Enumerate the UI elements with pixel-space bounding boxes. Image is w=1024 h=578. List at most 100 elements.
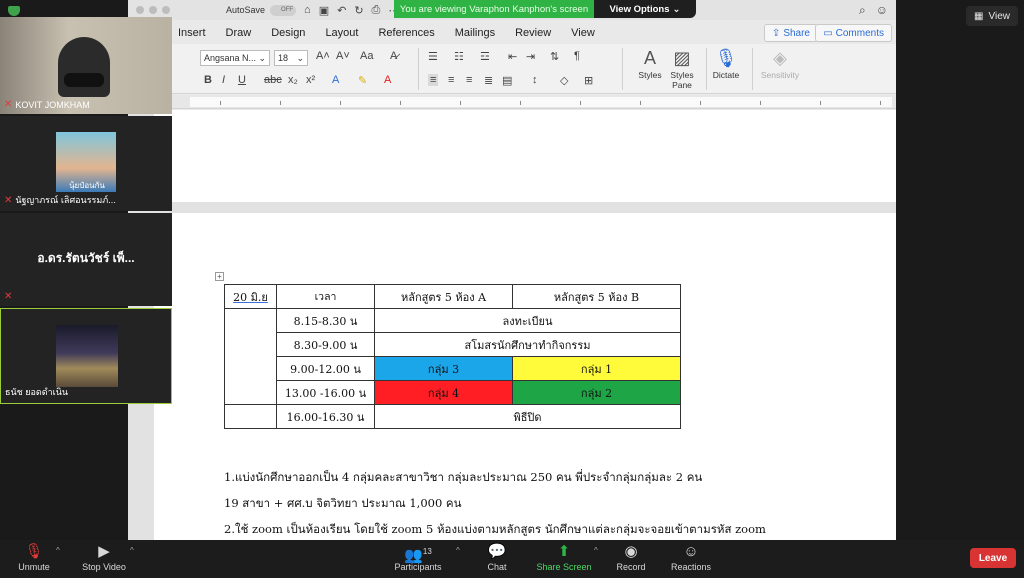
tab-references[interactable]: References [378, 27, 434, 39]
person-silhouette [58, 37, 110, 97]
numbering-icon[interactable]: ☷ [454, 50, 464, 63]
multilevel-list-icon[interactable]: ☲ [480, 50, 490, 63]
styles-pane-label: Styles Pane [670, 70, 694, 90]
quick-access-toolbar: ⌂ ▣ ↶ ↻ ⎙ ⋯ [304, 4, 399, 17]
audio-options-chevron-icon[interactable]: ^ [56, 546, 60, 555]
line-spacing-icon[interactable]: ↕ [532, 74, 538, 86]
borders-icon[interactable]: ⊞ [584, 74, 593, 87]
tab-review[interactable]: Review [515, 27, 551, 39]
ruler-tick [220, 101, 221, 105]
grow-font-icon[interactable]: A˄ [316, 50, 330, 62]
change-case-icon[interactable]: Aa [360, 50, 373, 62]
tab-layout[interactable]: Layout [325, 27, 358, 39]
header-room-b: หลักสูตร 5 ห้อง B [553, 290, 640, 304]
shading-icon[interactable]: ◇ [560, 74, 568, 87]
font-name-select[interactable]: Angsana N... ⌄ [200, 50, 270, 66]
strikethrough-icon[interactable]: abc [264, 74, 282, 86]
autosave-control[interactable]: AutoSave OFF [226, 4, 297, 16]
maximize-window-icon[interactable] [162, 6, 170, 14]
reactions-button[interactable]: ☺ Reactions [668, 542, 714, 572]
reactions-label: Reactions [670, 562, 712, 572]
ruler-track [190, 97, 892, 107]
minimize-window-icon[interactable] [149, 6, 157, 14]
tab-design[interactable]: Design [271, 27, 305, 39]
table-row: 13.00 -16.00 น กลุ่ม 4 กลุ่ม 2 [225, 380, 681, 405]
decrease-indent-icon[interactable]: ⇤ [508, 50, 517, 63]
sensitivity-button[interactable]: ◈ Sensitivity [758, 48, 802, 80]
styles-pane-button[interactable]: ▨ Styles Pane [664, 48, 700, 90]
video-options-chevron-icon[interactable]: ^ [130, 546, 134, 555]
document-page-2: + 20 มิ.ย เวลา หลักสูตร 5 ห้อง A หลักสูต… [154, 213, 896, 540]
justify-icon[interactable]: ≣ [484, 74, 493, 87]
underline-icon[interactable]: U [238, 74, 246, 86]
increase-indent-icon[interactable]: ⇥ [526, 50, 535, 63]
participant-tile[interactable]: นุ้ยป๋อนกัน ✕ นัฐญาภรณ์ เลิศอนรรมภ์... [0, 116, 172, 211]
bullets-icon[interactable]: ☰ [428, 50, 438, 63]
styles-label: Styles [638, 70, 662, 80]
table-move-handle-icon[interactable]: + [215, 272, 224, 281]
clear-format-icon[interactable]: A̷ [390, 50, 397, 62]
superscript-icon[interactable]: x² [306, 74, 315, 86]
shrink-font-icon[interactable]: A˅ [336, 50, 350, 62]
tab-draw[interactable]: Draw [226, 27, 252, 39]
tab-view[interactable]: View [571, 27, 595, 39]
bold-icon[interactable]: B [204, 74, 212, 86]
chat-button[interactable]: 💬 Chat [478, 542, 516, 572]
italic-icon[interactable]: I [222, 74, 225, 86]
paragraph: 1.แบ่งนักศึกษาออกเป็น 4 กลุ่มคละสาขาวิชา… [224, 470, 703, 484]
dictate-button[interactable]: 🎙 Dictate [708, 48, 744, 80]
document-canvas[interactable]: + 20 มิ.ย เวลา หลักสูตร 5 ห้อง A หลักสูต… [128, 110, 896, 540]
account-icon[interactable]: ☺ [876, 3, 888, 18]
font-color-icon[interactable]: A [384, 74, 391, 86]
print-icon[interactable]: ⎙ [372, 4, 381, 17]
profile-picture-caption: นุ้ยป๋อนกัน [69, 181, 105, 190]
participant-tile[interactable]: อ.ดร.รัตนวัชร์ เพ็... ✕ [0, 213, 172, 306]
highlight-icon[interactable]: ✎ [358, 74, 367, 87]
tab-insert[interactable]: Insert [178, 27, 206, 39]
share-label: Share [783, 27, 810, 39]
undo-icon[interactable]: ↶ [337, 4, 346, 17]
unmute-button[interactable]: 🎙 Unmute [14, 542, 54, 572]
share-options-chevron-icon[interactable]: ^ [594, 546, 598, 555]
shared-screen: AutoSave OFF ⌂ ▣ ↶ ↻ ⎙ ⋯ ⌕ ☺ You are vie… [128, 0, 896, 540]
pilcrow-icon[interactable]: ¶ [574, 50, 580, 62]
record-icon: ◉ [624, 543, 638, 560]
participants-options-chevron-icon[interactable]: ^ [456, 546, 460, 555]
autosave-toggle[interactable]: OFF [270, 4, 297, 16]
record-button[interactable]: ◉ Record [612, 542, 650, 572]
styles-icon: A [643, 48, 656, 68]
align-right-icon[interactable]: ≡ [466, 74, 472, 86]
stop-video-button[interactable]: ▶ Stop Video [78, 542, 130, 572]
tab-mailings[interactable]: Mailings [455, 27, 495, 39]
align-left-icon[interactable]: ≡ [428, 74, 439, 86]
styles-button[interactable]: A Styles [632, 48, 668, 80]
view-layout-button[interactable]: ▦ View [966, 6, 1018, 26]
table-cell-group: กลุ่ม 1 [512, 356, 681, 381]
home-icon[interactable]: ⌂ [304, 4, 311, 17]
font-size-select[interactable]: 18 ⌄ [274, 50, 308, 66]
table-row: 20 มิ.ย เวลา หลักสูตร 5 ห้อง A หลักสูตร … [224, 284, 681, 309]
participants-button[interactable]: 👥13 Participants [392, 542, 444, 572]
table-cell: 16.00-16.30 น [276, 404, 375, 429]
align-center-icon[interactable]: ≡ [448, 74, 454, 86]
table-header-cell: หลักสูตร 5 ห้อง B [512, 284, 681, 309]
participant-tile-active[interactable]: ธนัช ยอดดำเนิน [0, 308, 172, 404]
close-window-icon[interactable] [136, 6, 144, 14]
participant-tile[interactable]: ✕ KOVIT JOMKHAM [0, 17, 172, 114]
table-cell: 9.00-12.00 น [276, 356, 375, 381]
comments-button[interactable]: ▭ Comments [815, 24, 892, 42]
sort-icon[interactable]: ⇅ [550, 50, 559, 63]
search-icon[interactable]: ⌕ [859, 3, 866, 18]
activity-cell: ลงทะเบียน [502, 314, 553, 328]
distributed-icon[interactable]: ▤ [502, 74, 512, 87]
text-effects-icon[interactable]: A [332, 74, 339, 86]
header-day: 20 มิ.ย [233, 290, 268, 304]
redo-icon[interactable]: ↻ [354, 4, 363, 17]
share-screen-button[interactable]: ⬆ Share Screen [534, 542, 594, 572]
subscript-icon[interactable]: x₂ [288, 74, 298, 86]
chat-label: Chat [487, 562, 507, 572]
leave-button[interactable]: Leave [970, 548, 1016, 568]
save-icon[interactable]: ▣ [319, 4, 329, 17]
view-options-button[interactable]: View Options ⌄ [594, 0, 696, 18]
share-button[interactable]: ⇪ Share [763, 24, 818, 42]
